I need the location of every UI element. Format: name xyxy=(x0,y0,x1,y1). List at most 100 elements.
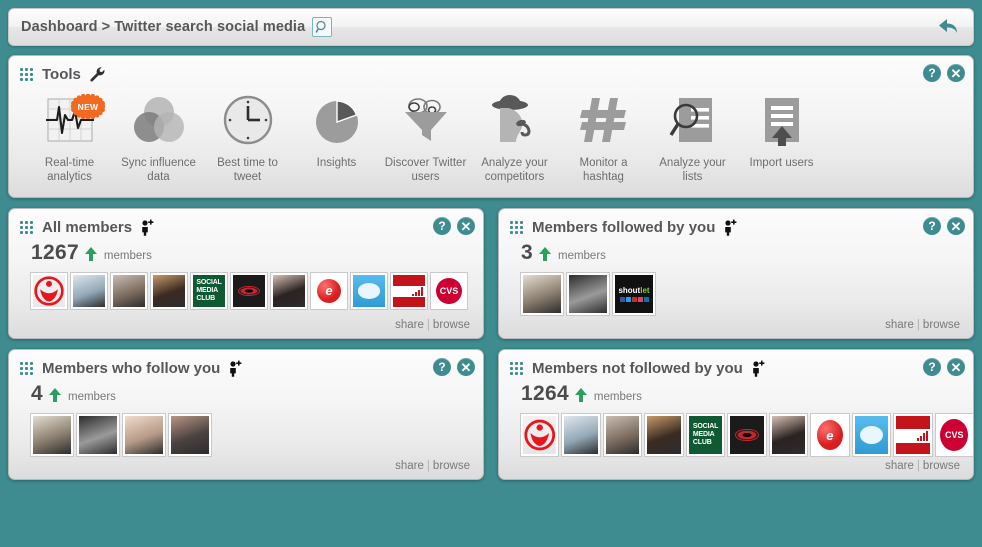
red-sphere-logo[interactable]: e xyxy=(310,272,348,310)
man-outdoors-photo[interactable] xyxy=(520,272,564,316)
avatar-image: SOCIAL MEDIA CLUB xyxy=(688,416,723,454)
father-and-child-photo[interactable] xyxy=(602,413,643,457)
avatar-image xyxy=(854,416,889,454)
social-media-club-logo[interactable]: SOCIAL MEDIA CLUB xyxy=(685,413,726,457)
red-stripes-chart-logo[interactable] xyxy=(390,272,428,310)
tool-detective[interactable]: Analyze your competitors xyxy=(470,91,559,184)
help-button[interactable]: ? xyxy=(923,64,941,82)
help-button[interactable]: ? xyxy=(923,358,941,376)
tool-document-upload[interactable]: Import users xyxy=(737,91,826,170)
close-button[interactable]: ✕ xyxy=(947,64,965,82)
drag-grip-icon[interactable] xyxy=(510,220,523,234)
couple-photo[interactable] xyxy=(122,413,166,457)
help-button[interactable]: ? xyxy=(433,358,451,376)
tool-document-magnifier[interactable]: Analyze your lists xyxy=(648,91,737,184)
member-count: 3 xyxy=(521,241,533,264)
member-count-unit: members xyxy=(593,391,642,403)
tool-hashtag[interactable]: Monitor a hashtag xyxy=(559,91,648,184)
browse-link[interactable]: browse xyxy=(923,319,960,331)
avatar-image: shoutlet xyxy=(615,275,653,313)
close-button[interactable]: ✕ xyxy=(457,217,475,235)
member-panel: Members not followed by you ? ✕ 1264 mem… xyxy=(498,349,974,480)
avatar-image xyxy=(73,275,105,307)
tool-label: Sync influence data xyxy=(121,157,196,183)
member-panel-title: Members not followed by you xyxy=(532,359,743,377)
red-charity-logo[interactable] xyxy=(30,272,68,310)
man-in-crowd-photo[interactable] xyxy=(150,272,188,310)
man-outdoors-photo[interactable] xyxy=(30,413,74,457)
browse-link[interactable]: browse xyxy=(923,460,960,472)
close-button[interactable]: ✕ xyxy=(457,358,475,376)
close-button[interactable]: ✕ xyxy=(947,358,965,376)
share-link[interactable]: share xyxy=(885,460,914,472)
member-panel-footer: share | browse xyxy=(395,460,470,472)
man-blue-shirt-photo[interactable] xyxy=(70,272,108,310)
tool-icon-wrap xyxy=(559,91,648,153)
red-stripes-chart-logo[interactable] xyxy=(893,413,933,457)
shoutlet-logo[interactable]: shoutlet xyxy=(612,272,656,316)
dark-hair-woman-photo[interactable] xyxy=(270,272,308,310)
woman-dark-background-photo[interactable] xyxy=(168,413,212,457)
cvs-pharmacy-logo[interactable]: CVS xyxy=(430,272,468,310)
avatar-image xyxy=(153,275,185,307)
member-panel: Members followed by you ? ✕ 3 members sh… xyxy=(498,208,974,339)
avatar-image xyxy=(523,275,561,313)
tool-pie-chart[interactable]: Insights xyxy=(292,91,381,170)
tool-venn-circles[interactable]: Sync influence data xyxy=(114,91,203,184)
social-media-club-logo[interactable]: SOCIAL MEDIA CLUB xyxy=(190,272,228,310)
help-button[interactable]: ? xyxy=(923,217,941,235)
father-and-child-photo[interactable] xyxy=(110,272,148,310)
member-panel-header: Members who follow you ? ✕ xyxy=(9,350,483,381)
tools-panel-header: Tools ? ✕ xyxy=(9,56,973,87)
red-charity-logo[interactable] xyxy=(519,413,560,457)
tool-clock[interactable]: Best time to tweet xyxy=(203,91,292,184)
drag-grip-icon[interactable] xyxy=(20,220,33,234)
man-in-crowd-photo[interactable] xyxy=(644,413,684,457)
tools-panel-title: Tools xyxy=(42,65,81,83)
dark-hair-woman-photo[interactable] xyxy=(768,413,809,457)
member-panel-header: Members followed by you ? ✕ xyxy=(499,209,973,240)
close-button[interactable]: ✕ xyxy=(947,217,965,235)
member-count: 1267 xyxy=(31,241,79,264)
drag-grip-icon[interactable] xyxy=(20,361,33,375)
share-link[interactable]: share xyxy=(885,319,914,331)
person-plus-icon xyxy=(722,219,738,236)
share-link[interactable]: share xyxy=(395,319,424,331)
clock-icon xyxy=(222,94,274,151)
man-in-suit-photo[interactable] xyxy=(566,272,610,316)
salesforce-cloud-logo[interactable] xyxy=(851,413,892,457)
back-arrow-icon xyxy=(939,19,957,33)
tool-icon-wrap xyxy=(203,91,292,153)
tool-icon-wrap xyxy=(470,91,559,153)
cvs-pharmacy-logo[interactable]: CVS xyxy=(934,413,973,457)
man-in-suit-photo[interactable] xyxy=(76,413,120,457)
member-panel-footer: share | browse xyxy=(395,319,470,331)
avatar-image: CVS xyxy=(433,275,465,307)
avatar-image xyxy=(353,275,385,307)
red-sphere-logo[interactable]: e xyxy=(810,413,850,457)
footer-divider: | xyxy=(426,460,430,472)
search-icon-button[interactable] xyxy=(312,17,333,37)
avatar-image xyxy=(647,416,681,454)
browse-link[interactable]: browse xyxy=(433,319,470,331)
salesforce-cloud-logo[interactable] xyxy=(350,272,388,310)
drag-grip-icon[interactable] xyxy=(510,361,523,375)
funnel-icon xyxy=(397,94,455,151)
drag-grip-icon[interactable] xyxy=(20,67,33,81)
back-button[interactable] xyxy=(935,15,961,39)
avatar-image xyxy=(113,275,145,307)
share-link[interactable]: share xyxy=(395,460,424,472)
tool-ecg-chart[interactable]: NEW Real-time analytics xyxy=(25,91,114,184)
red-eye-photo[interactable] xyxy=(727,413,767,457)
help-button[interactable]: ? xyxy=(433,217,451,235)
man-blue-shirt-photo[interactable] xyxy=(561,413,601,457)
trend-up-icon xyxy=(574,388,587,407)
member-panel-footer: share | browse xyxy=(885,460,960,472)
breadcrumb-root[interactable]: Dashboard xyxy=(21,19,98,35)
tool-funnel[interactable]: Discover Twitter users xyxy=(381,91,470,184)
tools-panel: Tools ? ✕ NEW Real-time analytics Sync i… xyxy=(8,55,974,198)
avatar-image xyxy=(273,275,305,307)
tool-label: Best time to tweet xyxy=(217,157,278,183)
red-eye-photo[interactable] xyxy=(230,272,268,310)
browse-link[interactable]: browse xyxy=(433,460,470,472)
